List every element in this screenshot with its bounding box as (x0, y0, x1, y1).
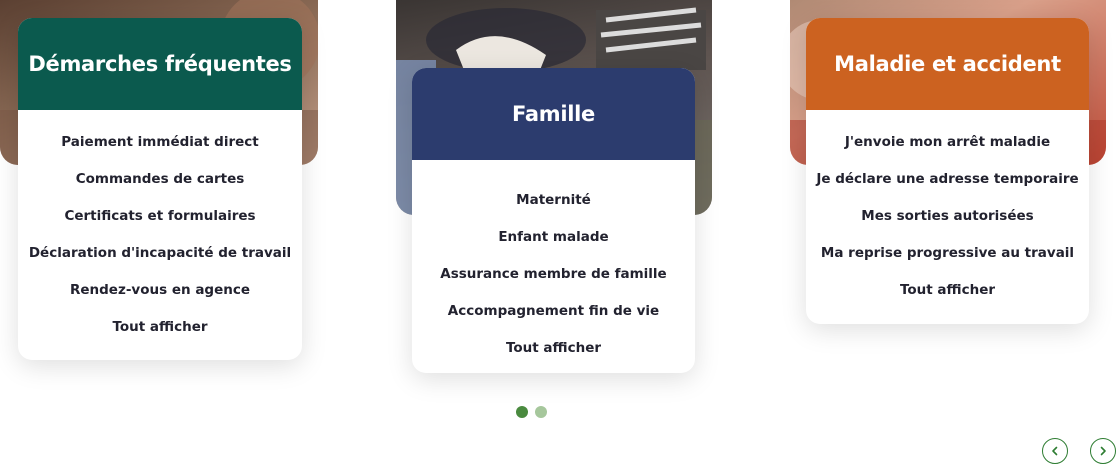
card-maladie-et-accident: Maladie et accident J'envoie mon arrêt m… (806, 18, 1089, 324)
link-accompagnement-fin-de-vie[interactable]: Accompagnement fin de vie (412, 293, 695, 330)
card-title: Démarches fréquentes (18, 18, 302, 110)
link-certificats-et-formulaires[interactable]: Certificats et formulaires (18, 198, 302, 235)
link-declaration-incapacite[interactable]: Déclaration d'incapacité de travail (18, 235, 302, 272)
link-rendez-vous-agence[interactable]: Rendez-vous en agence (18, 272, 302, 309)
link-assurance-membre-famille[interactable]: Assurance membre de famille (412, 256, 695, 293)
card-link-list: J'envoie mon arrêt maladie Je déclare un… (806, 110, 1089, 309)
card-link-list: Paiement immédiat direct Commandes de ca… (18, 110, 302, 346)
link-enfant-malade[interactable]: Enfant malade (412, 219, 695, 256)
link-tout-afficher[interactable]: Tout afficher (18, 309, 302, 346)
link-arret-maladie[interactable]: J'envoie mon arrêt maladie (806, 124, 1089, 161)
carousel-next-button[interactable] (1090, 438, 1116, 464)
card-demarches-frequentes: Démarches fréquentes Paiement immédiat d… (18, 18, 302, 360)
card-title: Famille (412, 68, 695, 160)
carousel-prev-button[interactable] (1042, 438, 1068, 464)
link-tout-afficher[interactable]: Tout afficher (412, 330, 695, 367)
link-sorties-autorisees[interactable]: Mes sorties autorisées (806, 198, 1089, 235)
link-commandes-de-cartes[interactable]: Commandes de cartes (18, 161, 302, 198)
carousel-dot-2[interactable] (535, 406, 547, 418)
card-famille: Famille Maternité Enfant malade Assuranc… (412, 68, 695, 373)
link-adresse-temporaire[interactable]: Je déclare une adresse temporaire (806, 161, 1089, 198)
link-tout-afficher[interactable]: Tout afficher (806, 272, 1089, 309)
link-paiement-immediat-direct[interactable]: Paiement immédiat direct (18, 124, 302, 161)
chevron-left-icon (1052, 446, 1058, 456)
chevron-right-icon (1100, 446, 1106, 456)
card-title: Maladie et accident (806, 18, 1089, 110)
carousel-dot-1[interactable] (516, 406, 528, 418)
card-link-list: Maternité Enfant malade Assurance membre… (412, 160, 695, 367)
link-maternite[interactable]: Maternité (412, 182, 695, 219)
link-reprise-progressive[interactable]: Ma reprise progressive au travail (806, 235, 1089, 272)
carousel-pagination (516, 406, 547, 418)
